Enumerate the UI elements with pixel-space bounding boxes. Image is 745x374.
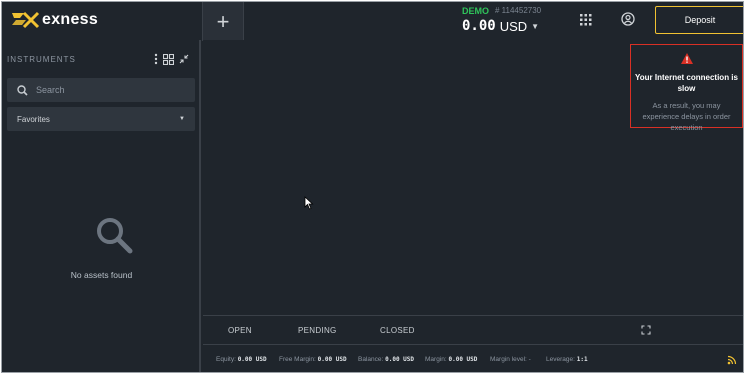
free-margin-value: 0.00 USD [317,356,347,363]
free-margin-label: Free Margin: [279,356,316,363]
signal-icon[interactable] [727,355,737,365]
more-icon[interactable] [154,53,158,65]
empty-state-message: No assets found [70,270,133,280]
tab-closed[interactable]: CLOSED [380,326,415,335]
search-icon [17,84,28,96]
chevron-down-icon: ▼ [179,116,185,122]
instruments-panel: INSTRUMENTS Favorites [2,40,201,372]
expand-icon[interactable] [641,325,651,335]
tab-open[interactable]: OPEN [228,326,252,335]
filter-selected-value: Favorites [17,114,50,124]
logo-text: exness [42,11,99,28]
margin-level-stat: Margin level: - [490,356,531,363]
equity-stat: Equity: 0.00 USD [216,356,267,363]
search-input[interactable] [36,85,176,95]
orders-tabs: OPEN PENDING CLOSED [203,315,743,343]
balance-currency: USD [499,18,528,34]
user-icon[interactable] [621,12,635,26]
equity-value: 0.00 USD [237,356,267,363]
balance-stat-value: 0.00 USD [385,356,415,363]
connection-alert: Your Internet connection is slow As a re… [630,44,743,132]
margin-label: Margin: [425,356,447,363]
cursor-icon [304,196,314,210]
panel-tools [154,53,189,65]
panel-title: INSTRUMENTS [7,55,76,64]
trading-app: exness + DEMO # 114452730 0.00 USD ▼ Dep… [1,1,744,373]
layout-icon[interactable] [163,53,174,65]
magnifier-icon [97,218,133,254]
account-number: # 114452730 [495,6,542,15]
leverage-stat: Leverage: 1:1 [546,356,588,363]
account-status-bar: Equity: 0.00 USD Free Margin: 0.00 USD B… [203,344,743,372]
account-info: DEMO # 114452730 [462,6,572,16]
account-selector[interactable]: DEMO # 114452730 0.00 USD ▼ [462,6,572,36]
margin-level-label: Margin level: [490,356,527,363]
alert-message: As a result, you may experience delays i… [642,101,731,132]
tab-pending[interactable]: PENDING [298,326,337,335]
margin-value: 0.00 USD [448,356,478,363]
exness-logo[interactable]: exness [10,8,98,32]
margin-stat: Margin: 0.00 USD [425,356,477,363]
logo-icon [12,11,40,29]
deposit-button[interactable]: Deposit [655,6,743,34]
balance-value: 0.00 [462,18,496,34]
chevron-down-icon: ▼ [531,21,540,31]
collapse-icon[interactable] [179,54,189,64]
top-bar: exness + DEMO # 114452730 0.00 USD ▼ Dep… [2,2,743,41]
account-mode-badge: DEMO [462,6,489,16]
equity-label: Equity: [216,356,236,363]
balance-stat: Balance: 0.00 USD [358,356,414,363]
free-margin-stat: Free Margin: 0.00 USD [279,356,347,363]
add-tab-button[interactable]: + [202,2,244,41]
margin-level-value: - [528,356,531,363]
leverage-label: Leverage: [546,356,575,363]
balance-label: Balance: [358,356,384,363]
alert-title: Your Internet connection is slow [635,73,738,93]
grid-icon[interactable] [580,14,592,26]
account-balance: 0.00 USD ▼ [462,18,572,34]
warning-icon [680,53,693,64]
instrument-filter-select[interactable]: Favorites ▼ [7,107,195,131]
search-field[interactable] [7,78,195,102]
leverage-value: 1:1 [576,356,588,363]
